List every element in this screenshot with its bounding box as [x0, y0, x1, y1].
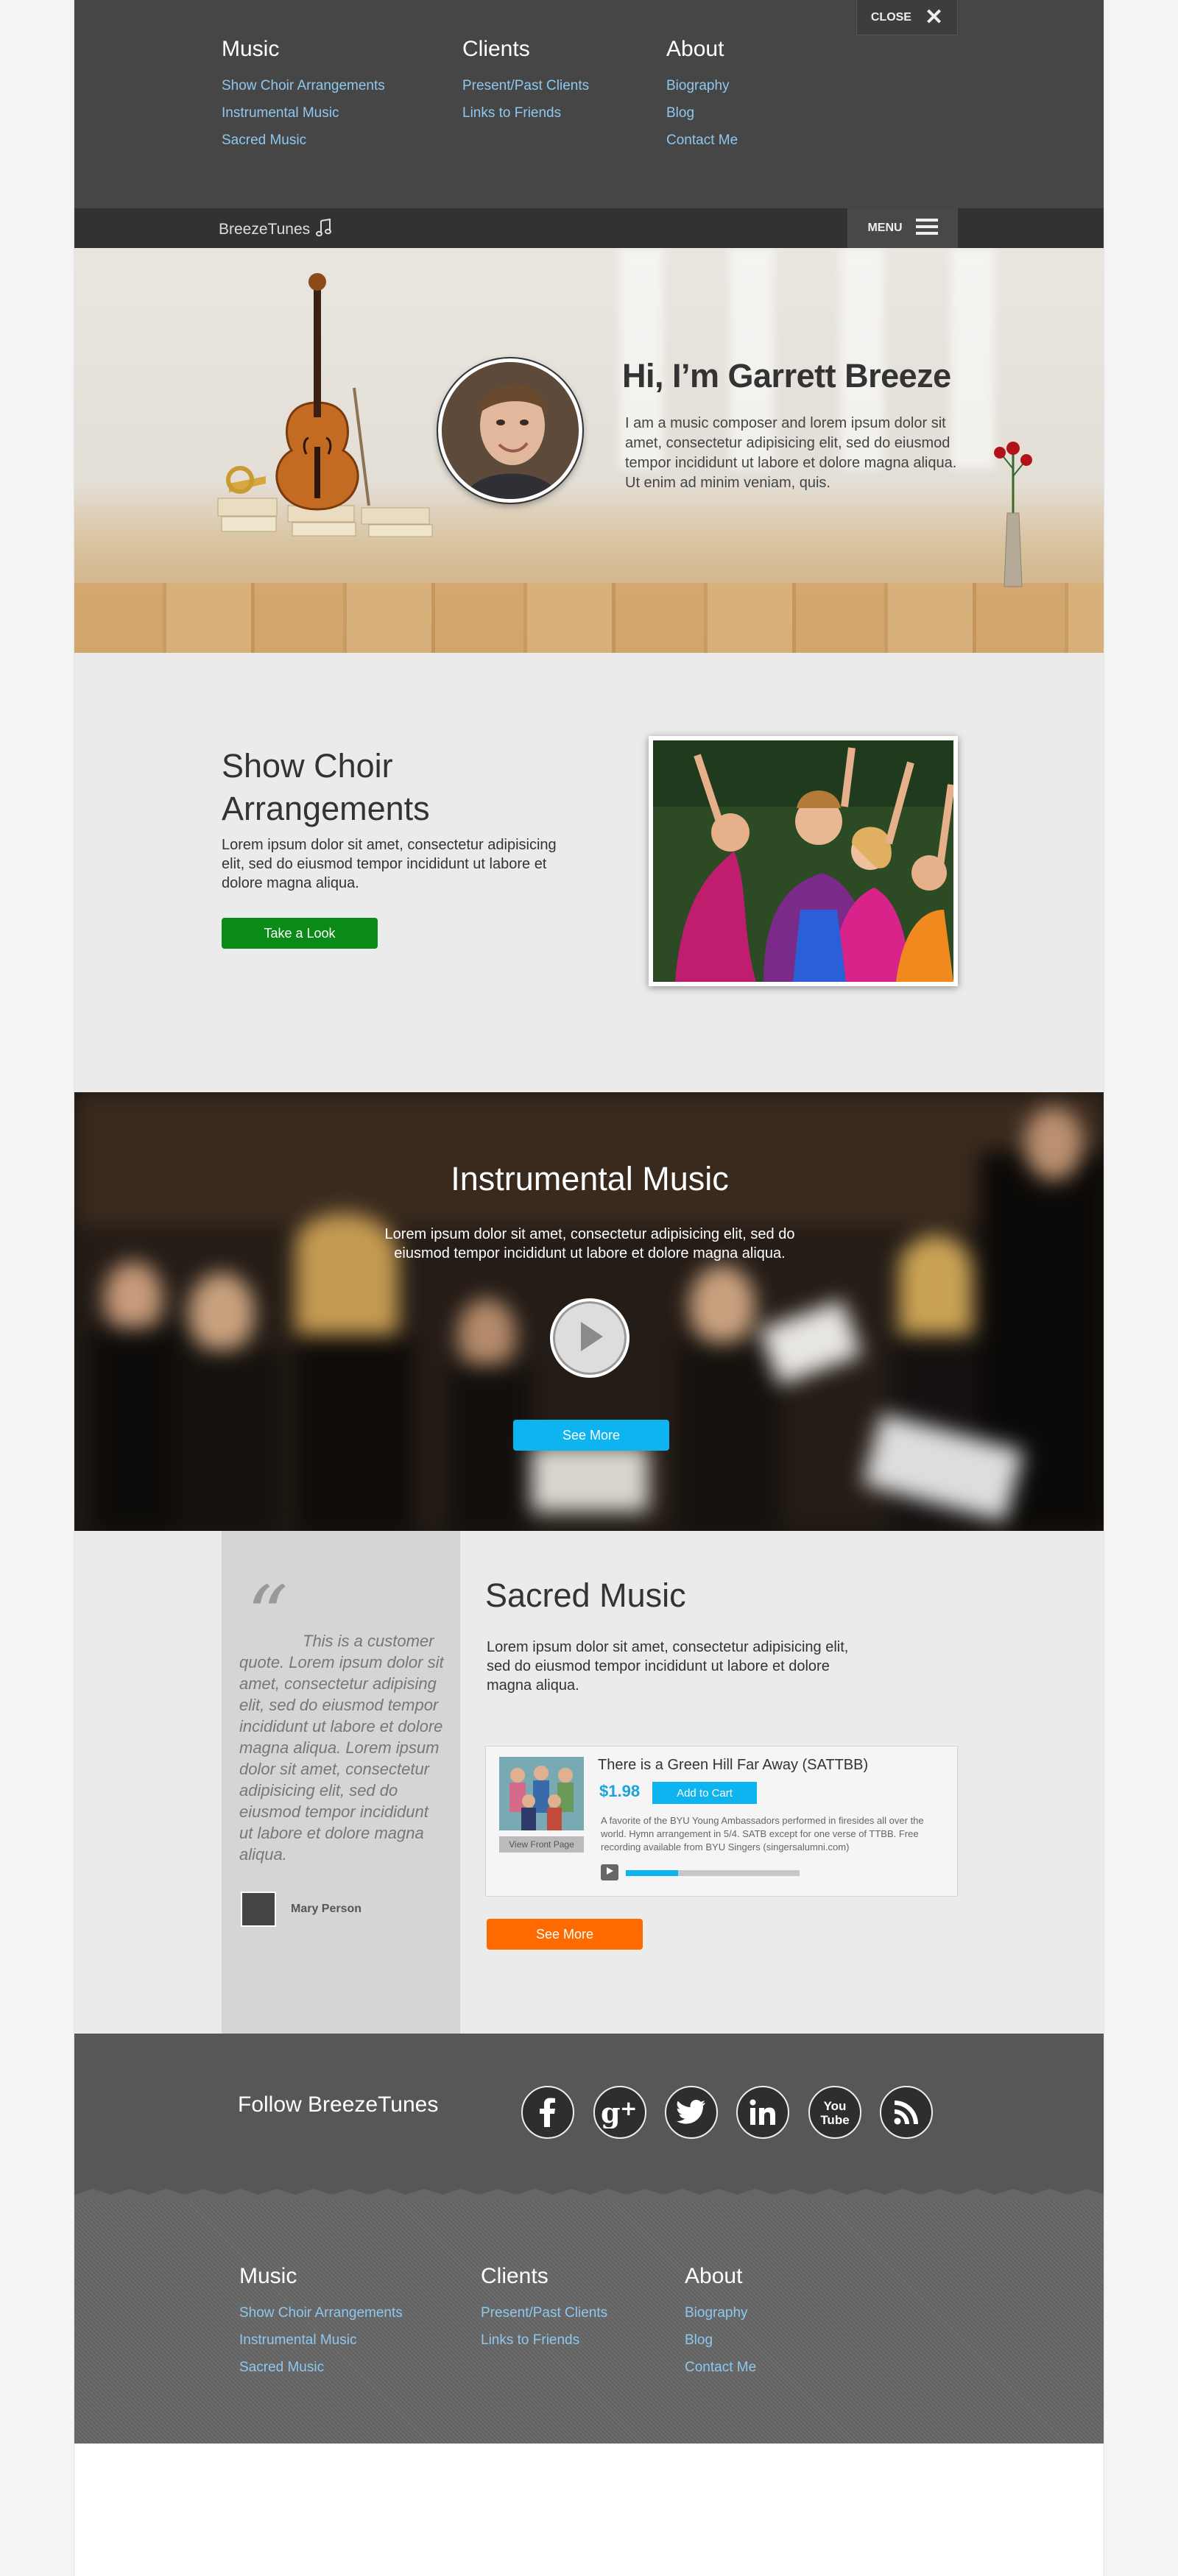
- hamburger-icon: [915, 218, 938, 239]
- youtube-icon[interactable]: You Tube: [808, 2086, 861, 2139]
- sacred-title: Sacred Music: [485, 1577, 686, 1614]
- menu-heading: Music: [222, 37, 280, 61]
- author-name: Mary Person: [291, 1903, 362, 1915]
- rose-vase-image: [994, 442, 1032, 587]
- hero-section: Hi, I’m Garrett Breeze I am a music comp…: [74, 248, 1104, 653]
- sacred-see-more-button[interactable]: See More: [487, 1919, 643, 1950]
- close-icon: ✕: [924, 4, 944, 29]
- hero-text: I am a music composer and lorem ipsum do…: [625, 415, 957, 491]
- zigzag-divider: [74, 2189, 1104, 2201]
- music-note-icon: [316, 218, 332, 241]
- testimonial-quote: This is a customer quote. Lorem ipsum do…: [239, 1632, 444, 1864]
- play-icon: [574, 1319, 606, 1358]
- footer-link-friends[interactable]: Links to Friends: [481, 2326, 607, 2354]
- linkedin-icon[interactable]: [736, 2086, 789, 2139]
- footer-heading: Clients: [481, 2264, 549, 2288]
- testimonial-box: “ This is a customer quote. Lorem ipsum …: [222, 1531, 460, 2034]
- instrumental-section: Instrumental Music Lorem ipsum dolor sit…: [74, 1092, 1104, 1531]
- follow-section: Follow BreezeTunes g + You Tube: [74, 2034, 1104, 2199]
- facebook-icon[interactable]: [521, 2086, 574, 2139]
- choir-text: Lorem ipsum dolor sit amet, consectetur …: [222, 837, 557, 891]
- brand-logo[interactable]: BreezeTunes: [219, 218, 332, 241]
- close-menu-button[interactable]: CLOSE ✕: [856, 0, 958, 35]
- menu-column-about: About Biography Blog Contact Me: [666, 37, 738, 154]
- svg-text:You: You: [824, 2099, 847, 2113]
- menu-column-clients: Clients Present/Past Clients Links to Fr…: [462, 37, 589, 127]
- footer-column-about: About Biography Blog Contact Me: [685, 2264, 756, 2381]
- footer-heading: About: [685, 2264, 743, 2288]
- menu-link-blog[interactable]: Blog: [666, 99, 738, 127]
- menu-link-show-choir[interactable]: Show Choir Arrangements: [222, 72, 385, 99]
- sacred-text: Lorem ipsum dolor sit amet, consectetur …: [487, 1639, 849, 1694]
- navbar: BreezeTunes MENU: [74, 208, 1104, 248]
- profile-avatar: [438, 358, 582, 503]
- play-button[interactable]: [550, 1298, 629, 1378]
- svg-text:g: g: [601, 2096, 621, 2129]
- menu-label: MENU: [867, 222, 903, 234]
- svg-text:Tube: Tube: [820, 2113, 849, 2127]
- show-choir-photo: [649, 736, 958, 986]
- footer-link-show-choir[interactable]: Show Choir Arrangements: [239, 2299, 403, 2326]
- footer-link-instrumental[interactable]: Instrumental Music: [239, 2326, 403, 2354]
- footer-link-clients[interactable]: Present/Past Clients: [481, 2299, 607, 2326]
- rss-icon[interactable]: [880, 2086, 933, 2139]
- menu-link-biography[interactable]: Biography: [666, 72, 738, 99]
- play-icon: [605, 1866, 614, 1879]
- hero-title: Hi, I’m Garrett Breeze: [622, 357, 951, 394]
- svg-text:+: +: [620, 2096, 637, 2120]
- follow-title: Follow BreezeTunes: [238, 2092, 439, 2117]
- menu-link-friends[interactable]: Links to Friends: [462, 99, 589, 127]
- menu-button[interactable]: MENU: [847, 208, 958, 248]
- menu-column-music: Music Show Choir Arrangements Instrument…: [222, 37, 385, 154]
- menu-link-sacred[interactable]: Sacred Music: [222, 127, 385, 154]
- audio-progress-bar[interactable]: [626, 1870, 800, 1876]
- menu-link-instrumental[interactable]: Instrumental Music: [222, 99, 385, 127]
- google-plus-icon[interactable]: g +: [593, 2086, 646, 2139]
- product-cover-image[interactable]: [499, 1757, 584, 1830]
- author-avatar: [241, 1892, 276, 1927]
- choir-title: Show Choir Arrangements: [222, 747, 430, 827]
- menu-link-contact[interactable]: Contact Me: [666, 127, 738, 154]
- add-to-cart-button[interactable]: Add to Cart: [652, 1782, 757, 1804]
- footer-link-contact[interactable]: Contact Me: [685, 2354, 756, 2381]
- instrumental-title: Instrumental Music: [451, 1160, 729, 1197]
- footer-link-blog[interactable]: Blog: [685, 2326, 756, 2354]
- footer-column-clients: Clients Present/Past Clients Links to Fr…: [481, 2264, 607, 2354]
- footer-heading: Music: [239, 2264, 297, 2288]
- view-front-page-button[interactable]: View Front Page: [499, 1836, 584, 1853]
- brand-name: BreezeTunes: [219, 221, 311, 238]
- product-title[interactable]: There is a Green Hill Far Away (SATTBB): [598, 1757, 868, 1774]
- instrumental-see-more-button[interactable]: See More: [513, 1420, 669, 1451]
- violin-still-life-image: [217, 273, 433, 537]
- sacred-music-section: “ This is a customer quote. Lorem ipsum …: [74, 1531, 1104, 2034]
- instrumental-text: Lorem ipsum dolor sit amet, consectetur …: [384, 1226, 795, 1262]
- page: CLOSE ✕ Music Show Choir Arrangements In…: [74, 0, 1104, 2576]
- top-menu: CLOSE ✕ Music Show Choir Arrangements In…: [74, 0, 1104, 208]
- menu-link-clients[interactable]: Present/Past Clients: [462, 72, 589, 99]
- close-label: CLOSE: [870, 10, 911, 24]
- product-description: A favorite of the BYU Young Ambassadors …: [601, 1815, 924, 1853]
- audio-progress-fill: [626, 1870, 678, 1876]
- menu-heading: Clients: [462, 37, 530, 61]
- footer: Music Show Choir Arrangements Instrument…: [74, 2189, 1104, 2444]
- audio-play-button[interactable]: [601, 1864, 618, 1880]
- take-a-look-button[interactable]: Take a Look: [222, 918, 378, 949]
- testimonial-author: Mary Person: [241, 1892, 361, 1927]
- footer-link-biography[interactable]: Biography: [685, 2299, 756, 2326]
- show-choir-section: Show Choir Arrangements Lorem ipsum dolo…: [74, 653, 1104, 1092]
- twitter-icon[interactable]: [665, 2086, 718, 2139]
- footer-column-music: Music Show Choir Arrangements Instrument…: [239, 2264, 403, 2381]
- product-price: $1.98: [599, 1782, 641, 1800]
- menu-heading: About: [666, 37, 724, 61]
- footer-link-sacred[interactable]: Sacred Music: [239, 2354, 403, 2381]
- product-card: View Front Page There is a Green Hill Fa…: [485, 1746, 958, 1897]
